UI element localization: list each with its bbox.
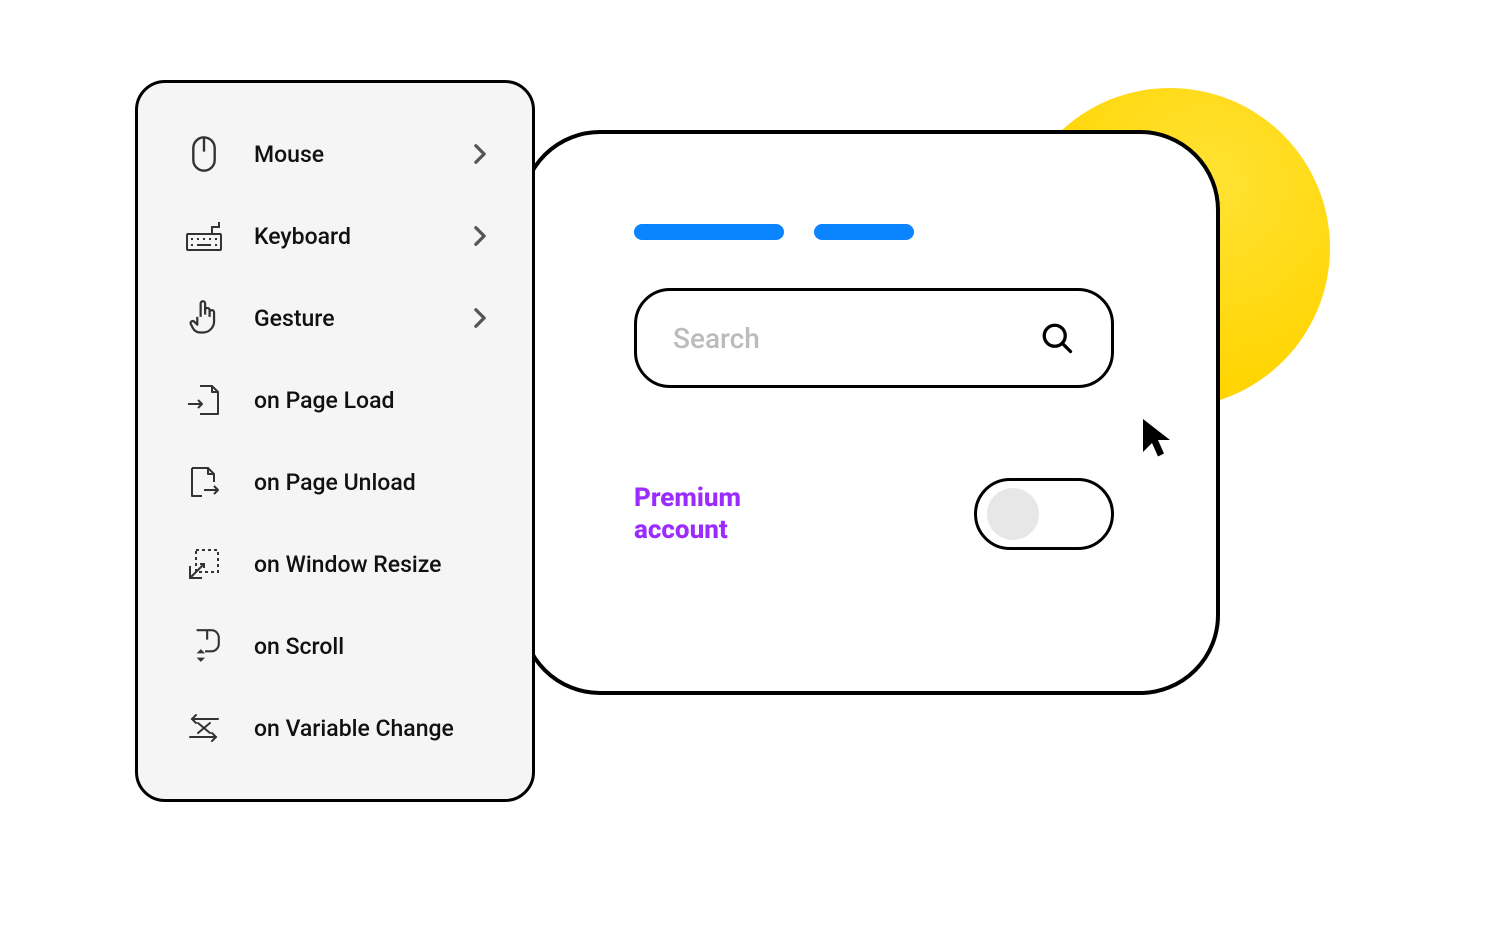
premium-account-label: Premium account — [634, 482, 741, 547]
placeholder-header-bars — [634, 224, 1126, 240]
page-load-icon — [184, 380, 224, 420]
keyboard-icon — [184, 216, 224, 256]
search-icon[interactable] — [1039, 320, 1075, 356]
menu-item-page-unload[interactable]: on Page Unload — [138, 441, 532, 523]
variable-change-icon — [184, 708, 224, 748]
menu-item-label: on Page Unload — [254, 469, 490, 496]
menu-item-page-load[interactable]: on Page Load — [138, 359, 532, 441]
menu-item-keyboard[interactable]: Keyboard — [138, 195, 532, 277]
menu-item-label: Keyboard — [254, 223, 440, 250]
chevron-right-icon — [470, 225, 490, 247]
menu-item-label: on Scroll — [254, 633, 490, 660]
placeholder-bar — [634, 224, 784, 240]
gesture-icon — [184, 298, 224, 338]
chevron-right-icon — [470, 143, 490, 165]
chevron-right-icon — [470, 307, 490, 329]
page-unload-icon — [184, 462, 224, 502]
cursor-pointer-icon — [1140, 415, 1176, 459]
search-input[interactable]: Search — [634, 288, 1114, 388]
menu-item-label: on Window Resize — [254, 551, 490, 578]
window-resize-icon — [184, 544, 224, 584]
toggle-knob — [987, 488, 1039, 540]
menu-item-window-resize[interactable]: on Window Resize — [138, 523, 532, 605]
premium-toggle[interactable] — [974, 478, 1114, 550]
menu-item-label: Mouse — [254, 141, 440, 168]
menu-item-mouse[interactable]: Mouse — [138, 113, 532, 195]
menu-item-variable-change[interactable]: on Variable Change — [138, 687, 532, 769]
trigger-menu: Mouse Keyboard Gesture — [135, 80, 535, 802]
settings-panel: Search Premium account — [520, 130, 1220, 695]
menu-item-gesture[interactable]: Gesture — [138, 277, 532, 359]
search-placeholder: Search — [673, 322, 760, 355]
placeholder-bar — [814, 224, 914, 240]
menu-item-label: Gesture — [254, 305, 440, 332]
menu-item-label: on Page Load — [254, 387, 490, 414]
scroll-icon — [184, 626, 224, 666]
mouse-icon — [184, 134, 224, 174]
menu-item-scroll[interactable]: on Scroll — [138, 605, 532, 687]
menu-item-label: on Variable Change — [254, 715, 490, 742]
